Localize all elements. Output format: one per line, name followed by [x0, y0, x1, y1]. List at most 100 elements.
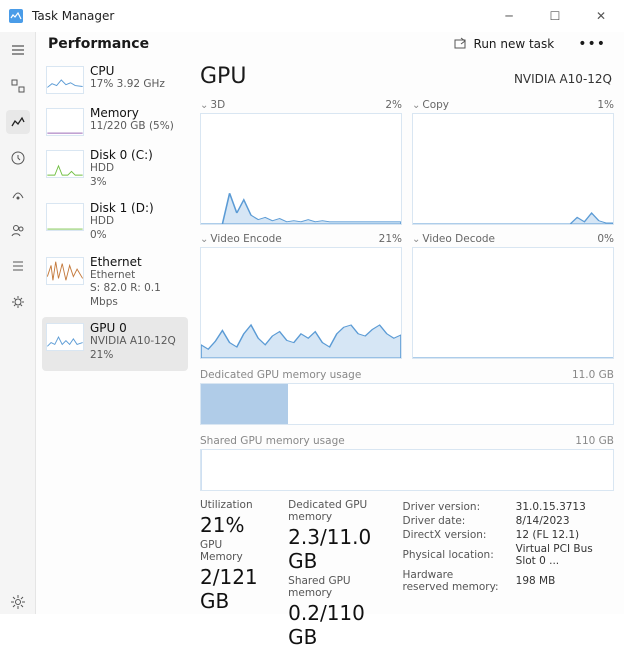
engine-selector[interactable]: Copy: [412, 99, 449, 111]
perf-item-ethernet[interactable]: Ethernet Ethernet S: 82.0 R: 0.1 Mbps: [42, 251, 188, 318]
detail-key: DirectX version:: [402, 529, 513, 541]
hamburger-icon[interactable]: [6, 38, 30, 62]
detail-key: Hardware reserved memory:: [402, 569, 513, 593]
engine-selector[interactable]: Video Encode: [200, 233, 282, 245]
details-icon[interactable]: [6, 254, 30, 278]
shared-mem-max: 110 GB: [575, 435, 614, 447]
detail-val: 198 MB: [516, 569, 612, 593]
minimize-button[interactable]: ─: [486, 0, 532, 32]
sparkline: [46, 66, 84, 94]
engine-selector[interactable]: 3D: [200, 99, 225, 111]
title-bar: Task Manager ─ ☐ ✕: [0, 0, 624, 32]
detail-val: Virtual PCI Bus Slot 0 ...: [516, 543, 612, 567]
stat-value: 2/121 GB: [200, 565, 268, 613]
chart-area: [412, 247, 614, 359]
services-icon[interactable]: [6, 290, 30, 314]
run-new-task-button[interactable]: Run new task: [446, 33, 563, 55]
chart-area: [200, 113, 402, 225]
dedicated-mem-label: Dedicated GPU memory usage: [200, 369, 361, 381]
dedicated-memory-chart: Dedicated GPU memory usage 11.0 GB: [200, 369, 614, 425]
gpu-detail-pane: GPU NVIDIA A10-12Q 3D 2% Copy 1% Video E…: [192, 56, 624, 659]
perf-item-label: Memory: [90, 106, 174, 120]
driver-details: Driver version:31.0.15.3713Driver date:8…: [400, 499, 614, 595]
shared-mem-label: Shared GPU memory usage: [200, 435, 345, 447]
sparkline: [46, 150, 84, 178]
perf-item-sub2: S: 82.0 R: 0.1 Mbps: [90, 282, 184, 309]
detail-key: Physical location:: [402, 543, 513, 567]
run-icon: [454, 37, 468, 51]
engine-value: 1%: [597, 99, 614, 111]
perf-item-label: Disk 0 (C:): [90, 148, 153, 162]
perf-item-sub: Ethernet: [90, 269, 184, 283]
engine-value: 2%: [385, 99, 402, 111]
perf-item-memory[interactable]: Memory 11/220 GB (5%): [42, 102, 188, 144]
perf-item-disk-1-d-[interactable]: Disk 1 (D:) HDD 0%: [42, 197, 188, 250]
history-icon[interactable]: [6, 146, 30, 170]
engine-chart-3d: 3D 2%: [200, 99, 402, 225]
stat-label: Utilization: [200, 499, 268, 511]
processes-icon[interactable]: [6, 74, 30, 98]
detail-row: Driver date:8/14/2023: [402, 515, 612, 527]
perf-item-disk-0-c-[interactable]: Disk 0 (C:) HDD 3%: [42, 144, 188, 197]
app-title: Task Manager: [32, 9, 114, 23]
detail-row: DirectX version:12 (FL 12.1): [402, 529, 612, 541]
settings-icon[interactable]: [6, 590, 30, 614]
shared-memory-chart: Shared GPU memory usage 110 GB: [200, 435, 614, 491]
stat-label: Dedicated GPU memory: [288, 499, 380, 523]
detail-key: Driver version:: [402, 501, 513, 513]
sparkline: [46, 323, 84, 351]
perf-item-label: Ethernet: [90, 255, 184, 269]
perf-item-sub2: 3%: [90, 176, 153, 190]
detail-row: Physical location:Virtual PCI Bus Slot 0…: [402, 543, 612, 567]
engine-charts: 3D 2% Copy 1% Video Encode 21% Video Dec…: [200, 99, 614, 359]
perf-item-sub: 11/220 GB (5%): [90, 120, 174, 134]
close-button[interactable]: ✕: [578, 0, 624, 32]
perf-item-label: Disk 1 (D:): [90, 201, 154, 215]
chart-area: [200, 247, 402, 359]
sparkline: [46, 257, 84, 285]
perf-item-cpu[interactable]: CPU 17% 3.92 GHz: [42, 60, 188, 102]
maximize-button[interactable]: ☐: [532, 0, 578, 32]
perf-item-sub: NVIDIA A10-12Q: [90, 335, 176, 349]
perf-item-gpu-0[interactable]: GPU 0 NVIDIA A10-12Q 21%: [42, 317, 188, 370]
detail-key: Driver date:: [402, 515, 513, 527]
perf-item-sub: 17% 3.92 GHz: [90, 78, 165, 92]
stat-label: GPU Memory: [200, 539, 268, 563]
gpu-stats: Utilization 21%GPU Memory2/121 GB Dedicat…: [200, 491, 614, 653]
nav-sidebar: [0, 32, 36, 614]
perf-item-sub2: 21%: [90, 349, 176, 363]
detail-val: 12 (FL 12.1): [516, 529, 612, 541]
performance-list: CPU 17% 3.92 GHz Memory 11/220 GB (5%) D…: [36, 56, 192, 659]
detail-row: Hardware reserved memory:198 MB: [402, 569, 612, 593]
sparkline: [46, 108, 84, 136]
perf-item-label: CPU: [90, 64, 165, 78]
detail-row: Driver version:31.0.15.3713: [402, 501, 612, 513]
perf-item-label: GPU 0: [90, 321, 176, 335]
performance-icon[interactable]: [6, 110, 30, 134]
detail-val: 31.0.15.3713: [516, 501, 612, 513]
page-title: Performance: [48, 36, 149, 52]
device-name: NVIDIA A10-12Q: [514, 72, 612, 86]
detail-val: 8/14/2023: [516, 515, 612, 527]
detail-title: GPU: [200, 64, 246, 89]
perf-item-sub: HDD: [90, 162, 153, 176]
more-button[interactable]: •••: [572, 32, 612, 56]
chart-area: [412, 113, 614, 225]
engine-value: 21%: [379, 233, 402, 245]
perf-item-sub: HDD: [90, 215, 154, 229]
engine-chart-video-decode: Video Decode 0%: [412, 233, 614, 359]
run-new-label: Run new task: [474, 37, 555, 51]
stat-value: 21%: [200, 513, 268, 537]
engine-selector[interactable]: Video Decode: [412, 233, 495, 245]
app-icon: [8, 8, 24, 24]
engine-chart-copy: Copy 1%: [412, 99, 614, 225]
engine-value: 0%: [597, 233, 614, 245]
stat-value: 0.2/110 GB: [288, 601, 380, 649]
window-controls: ─ ☐ ✕: [486, 0, 624, 32]
page-header: Performance Run new task •••: [36, 32, 624, 56]
dedicated-mem-max: 11.0 GB: [572, 369, 614, 381]
perf-item-sub2: 0%: [90, 229, 154, 243]
stat-label: Shared GPU memory: [288, 575, 380, 599]
users-icon[interactable]: [6, 218, 30, 242]
startup-icon[interactable]: [6, 182, 30, 206]
